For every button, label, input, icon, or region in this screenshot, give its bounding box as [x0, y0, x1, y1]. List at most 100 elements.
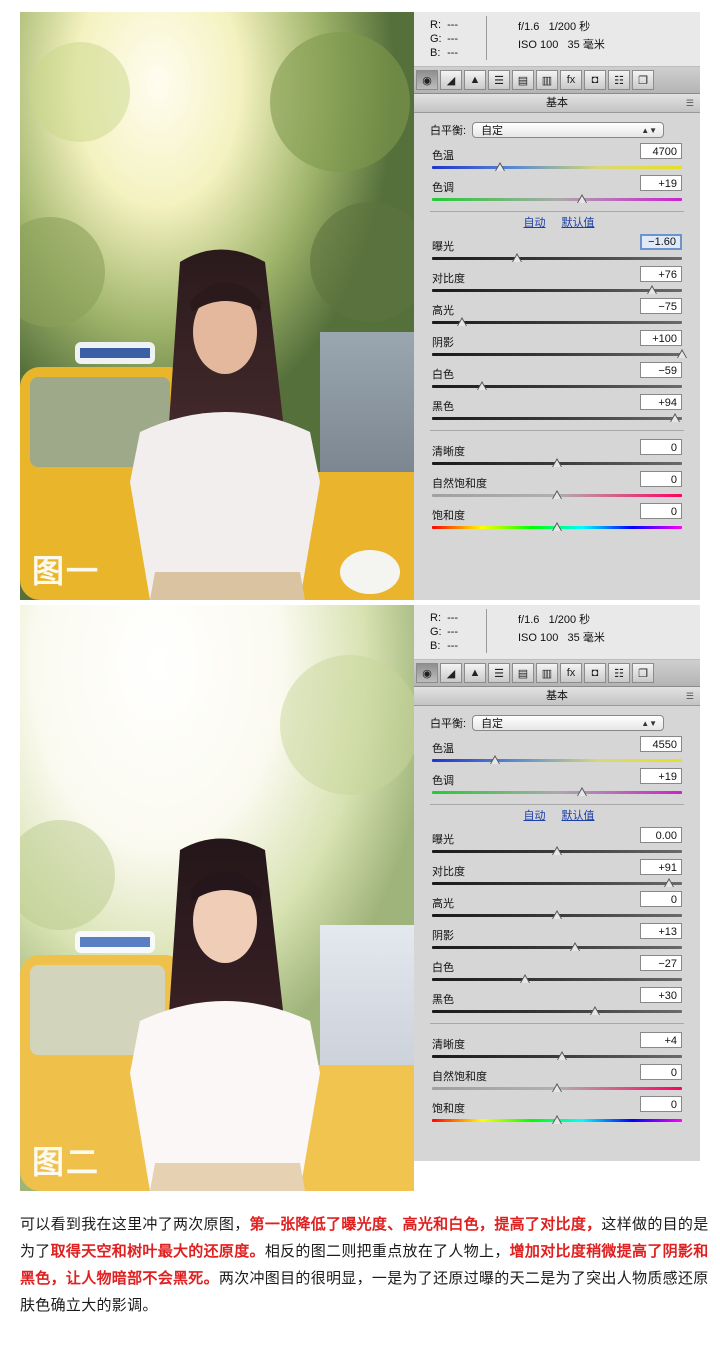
slider-value-input[interactable]: +30 — [640, 987, 682, 1003]
slider-thumb[interactable] — [556, 1051, 567, 1060]
white-balance-select[interactable]: 自定 ▲▼ — [472, 122, 665, 138]
panel-toolbar: ◉ ◢ ▲ ☰ ▤ ▥ fx ◘ ☷ ❐ — [414, 660, 700, 687]
rgb-readout: R: --- G: --- B: --- — [430, 18, 461, 60]
slider-value-input[interactable]: 0 — [640, 1096, 682, 1112]
slider-thumb[interactable] — [677, 349, 687, 358]
slider-thumb[interactable] — [577, 787, 587, 796]
section-divider — [430, 430, 684, 431]
slider-track[interactable] — [432, 166, 682, 169]
slider-value-input[interactable]: 0.00 — [640, 827, 682, 843]
tone-slider-5: 黑色 +94 — [430, 392, 688, 424]
slider-track[interactable] — [432, 946, 682, 949]
tab-basic[interactable]: 基本 ☰ — [414, 94, 700, 113]
slider-thumb[interactable] — [552, 490, 562, 499]
auto-link[interactable]: 自动 — [524, 810, 546, 822]
slider-value-input[interactable]: 4550 — [640, 736, 682, 752]
slider-thumb[interactable] — [512, 253, 522, 262]
tool-icon-9[interactable]: ❐ — [632, 70, 654, 90]
slider-value-input[interactable]: −27 — [640, 955, 682, 971]
slider-value-input[interactable]: +19 — [640, 768, 682, 784]
white-balance-label: 白平衡: — [430, 125, 467, 137]
slider-thumb[interactable] — [569, 942, 580, 951]
slider-track[interactable] — [432, 759, 682, 762]
slider-track[interactable] — [432, 257, 682, 260]
slider-track[interactable] — [432, 353, 682, 356]
tool-icon-9[interactable]: ❐ — [632, 663, 654, 683]
auto-link[interactable]: 自动 — [524, 217, 546, 229]
slider-thumb[interactable] — [552, 522, 562, 531]
slider-value-input[interactable]: 0 — [640, 891, 682, 907]
slider-thumb[interactable] — [494, 162, 505, 171]
slider-label: 自然饱和度 — [432, 478, 487, 490]
slider-track[interactable] — [432, 321, 682, 324]
tool-icon-1[interactable]: ◢ — [440, 663, 462, 683]
default-link[interactable]: 默认值 — [562, 810, 595, 822]
slider-thumb[interactable] — [669, 413, 680, 422]
slider-value-input[interactable]: −1.60 — [640, 234, 682, 250]
slider-value-input[interactable]: −59 — [640, 362, 682, 378]
slider-thumb[interactable] — [477, 381, 487, 390]
tab-basic[interactable]: 基本 ☰ — [414, 687, 700, 706]
slider-thumb[interactable] — [519, 974, 530, 983]
slider-label: 黑色 — [432, 401, 454, 413]
slider-track[interactable] — [432, 417, 682, 420]
slider-thumb[interactable] — [552, 910, 562, 919]
slider-value-input[interactable]: +19 — [640, 175, 682, 191]
slider-value-input[interactable]: +4 — [640, 1032, 682, 1048]
slider-thumb[interactable] — [577, 194, 587, 203]
slider-track[interactable] — [432, 289, 682, 292]
slider-value-input[interactable]: 0 — [640, 503, 682, 519]
panel-menu-icon[interactable]: ☰ — [686, 94, 694, 112]
tool-icon-8[interactable]: ☷ — [608, 663, 630, 683]
slider-thumb[interactable] — [552, 846, 562, 855]
caption-text: 可以看到我在这里冲了两次原图， — [20, 1215, 250, 1233]
tool-icon-4[interactable]: ▤ — [512, 663, 534, 683]
tool-icon-6[interactable]: fx — [560, 663, 582, 683]
tool-icon-0[interactable]: ◉ — [416, 70, 438, 90]
slider-value-input[interactable]: +94 — [640, 394, 682, 410]
slider-track[interactable] — [432, 791, 682, 794]
r-label: R: — [430, 19, 441, 31]
tool-icon-5[interactable]: ▥ — [536, 663, 558, 683]
slider-value-input[interactable]: 0 — [640, 439, 682, 455]
slider-value-input[interactable]: +13 — [640, 923, 682, 939]
tool-icon-1[interactable]: ◢ — [440, 70, 462, 90]
slider-value-input[interactable]: 0 — [640, 471, 682, 487]
slider-value-input[interactable]: +100 — [640, 330, 682, 346]
slider-value-input[interactable]: 0 — [640, 1064, 682, 1080]
tool-icon-3[interactable]: ☰ — [488, 70, 510, 90]
slider-thumb[interactable] — [664, 878, 675, 887]
slider-track[interactable] — [432, 198, 682, 201]
g-value: --- — [447, 33, 459, 45]
panel-menu-icon[interactable]: ☰ — [686, 687, 694, 705]
slider-value-input[interactable]: +76 — [640, 266, 682, 282]
tool-icon-2[interactable]: ▲ — [464, 663, 486, 683]
tool-icon-4[interactable]: ▤ — [512, 70, 534, 90]
slider-track[interactable] — [432, 1010, 682, 1013]
tool-icon-6[interactable]: fx — [560, 70, 582, 90]
slider-value-input[interactable]: −75 — [640, 298, 682, 314]
slider-thumb[interactable] — [589, 1006, 600, 1015]
slider-thumb[interactable] — [552, 1083, 562, 1092]
tool-icon-8[interactable]: ☷ — [608, 70, 630, 90]
tool-icon-2[interactable]: ▲ — [464, 70, 486, 90]
slider-value-input[interactable]: +91 — [640, 859, 682, 875]
tool-icon-0[interactable]: ◉ — [416, 663, 438, 683]
slider-track[interactable] — [432, 978, 682, 981]
slider-value-input[interactable]: 4700 — [640, 143, 682, 159]
tool-icon-3[interactable]: ☰ — [488, 663, 510, 683]
slider-thumb[interactable] — [489, 755, 500, 764]
white-balance-select[interactable]: 自定 ▲▼ — [472, 715, 665, 731]
tool-icon-7[interactable]: ◘ — [584, 663, 606, 683]
tab-title: 基本 — [546, 690, 568, 702]
slider-thumb[interactable] — [647, 285, 657, 294]
slider-label: 对比度 — [432, 866, 465, 878]
default-link[interactable]: 默认值 — [562, 217, 595, 229]
tool-icon-5[interactable]: ▥ — [536, 70, 558, 90]
slider-track[interactable] — [432, 385, 682, 388]
tool-icon-7[interactable]: ◘ — [584, 70, 606, 90]
slider-thumb[interactable] — [552, 1115, 562, 1124]
slider-track[interactable] — [432, 882, 682, 885]
slider-thumb[interactable] — [552, 458, 562, 467]
slider-thumb[interactable] — [457, 317, 467, 326]
